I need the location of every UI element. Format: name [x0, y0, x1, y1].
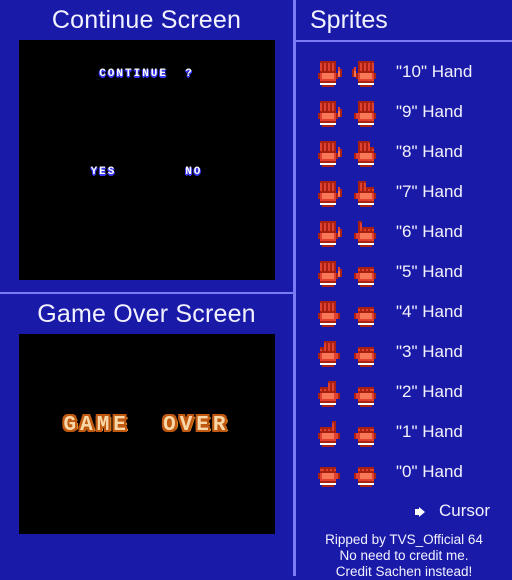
sprite-row[interactable]: "3" Hand [296, 332, 512, 372]
sprite-row[interactable]: "2" Hand [296, 372, 512, 412]
sprite-label: "10" Hand [396, 62, 473, 81]
sprites-column: Sprites "10" Hand "9" Hand "8" Hand "7" Han… [296, 0, 512, 579]
continue-no-label: NO [185, 166, 203, 178]
right-hand-icon [352, 177, 380, 207]
right-hand-icon [352, 97, 380, 127]
continue-screen-title: Continue Screen [51, 6, 242, 34]
sprites-panel-title: Sprites [310, 6, 388, 34]
option-gap [116, 166, 185, 178]
sprite-label: "4" Hand [396, 302, 463, 321]
sprite-row[interactable]: "5" Hand [296, 252, 512, 292]
sprite-sheet-page: Continue Screen CONTINUE ? YES NO Game O… [0, 0, 512, 579]
right-hand-icon [352, 457, 380, 487]
continue-options-text: YES NO [19, 166, 275, 178]
game-over-text: GAME OVER [63, 414, 230, 437]
sprite-label: "2" Hand [396, 382, 463, 401]
left-hand-icon [314, 217, 342, 247]
left-hand-icon [314, 137, 342, 167]
right-hand-icon [352, 217, 380, 247]
cursor-label: Cursor [438, 501, 490, 520]
left-hand-icon [314, 97, 342, 127]
left-hand-icon [314, 177, 342, 207]
sprite-row[interactable]: "7" Hand [296, 172, 512, 212]
sprite-label: "3" Hand [396, 342, 463, 361]
left-hand-icon [314, 57, 342, 87]
sprite-list: "10" Hand "9" Hand "8" Hand "7" Hand "6" Han… [296, 42, 512, 492]
right-hand-icon [352, 297, 380, 327]
credits-line-1: Ripped by TVS_Official 64 [325, 532, 483, 547]
left-spacer [0, 280, 293, 292]
left-hand-icon [314, 297, 342, 327]
left-hand-icon [314, 377, 342, 407]
sprite-label: "8" Hand [396, 142, 463, 161]
credits-line-2: No need to credit me. [339, 548, 469, 563]
right-hand-icon [352, 417, 380, 447]
right-hand-icon [352, 137, 380, 167]
credits-line-3: Credit Sachen instead! [335, 564, 473, 579]
continue-yes-label: YES [90, 166, 117, 178]
continue-prompt-text: CONTINUE ? [99, 68, 194, 80]
left-column: Continue Screen CONTINUE ? YES NO Game O… [0, 0, 293, 576]
sprite-label: "1" Hand [396, 422, 463, 441]
sprite-row[interactable]: "10" Hand [296, 52, 512, 92]
left-hand-icon [314, 417, 342, 447]
sprite-label: "6" Hand [396, 222, 463, 241]
sprite-row[interactable]: "6" Hand [296, 212, 512, 252]
game-over-screen-title: Game Over Screen [37, 300, 256, 328]
right-hand-icon [352, 57, 380, 87]
sprite-label: "9" Hand [396, 102, 463, 121]
cursor-row: Cursor [296, 496, 512, 526]
game-over-screen-preview: GAME OVER [18, 334, 275, 534]
left-hand-icon [314, 457, 342, 487]
sprite-row[interactable]: "8" Hand [296, 132, 512, 172]
left-hand-icon [314, 337, 342, 367]
sprite-row[interactable]: "0" Hand [296, 452, 512, 492]
sprite-label: "5" Hand [396, 262, 463, 281]
sprite-row[interactable]: "1" Hand [296, 412, 512, 452]
right-hand-icon [352, 377, 380, 407]
right-hand-icon [352, 337, 380, 367]
cursor-arrow-icon [414, 505, 429, 517]
sprite-row[interactable]: "4" Hand [296, 292, 512, 332]
sprite-label: "7" Hand [396, 182, 463, 201]
continue-screen-preview: CONTINUE ? YES NO [18, 40, 275, 280]
sprite-label: "0" Hand [396, 462, 463, 481]
right-hand-icon [352, 257, 380, 287]
credits-block: Ripped by TVS_Official 64 No need to cre… [296, 532, 512, 580]
sprite-row[interactable]: "9" Hand [296, 92, 512, 132]
left-hand-icon [314, 257, 342, 287]
